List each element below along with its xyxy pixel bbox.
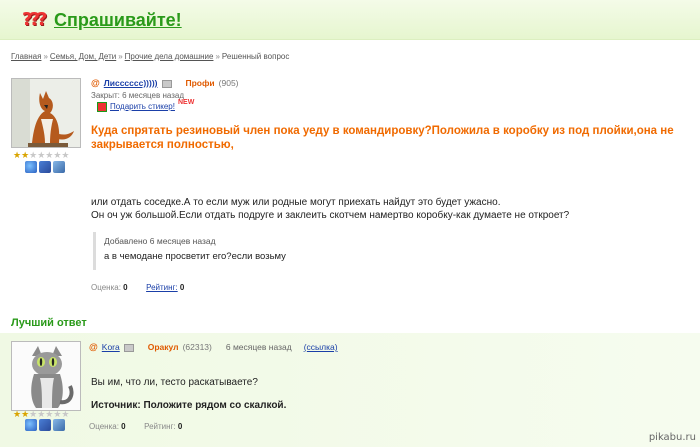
question-closed-status: Закрыт: 6 месяцев назад bbox=[91, 91, 185, 100]
answer-author-rank: Оракул bbox=[147, 342, 179, 352]
mail-icon[interactable] bbox=[161, 79, 172, 88]
video-icon[interactable] bbox=[53, 161, 65, 173]
site-header: ??? Спрашивайте! bbox=[0, 0, 700, 40]
watermark: pikabu.ru bbox=[648, 432, 696, 443]
answer-time: 6 месяцев назад bbox=[225, 342, 292, 352]
photo-icon[interactable] bbox=[39, 161, 51, 173]
question-body-line: Он оч уж большой.Если отдать подруге и з… bbox=[91, 210, 570, 221]
answer-author-icons bbox=[25, 419, 65, 431]
answer-source: Источник: Положите рядом со скалкой. bbox=[91, 400, 287, 411]
breadcrumb: Главная» Семья, Дом, Дети» Прочие дела дом… bbox=[11, 52, 290, 61]
site-title-link[interactable]: Спрашивайте! bbox=[54, 9, 182, 31]
best-answer-heading: Лучший ответ bbox=[11, 317, 87, 329]
user-status-icon[interactable] bbox=[25, 419, 37, 431]
question-author-name[interactable]: Лисссссс))))) bbox=[104, 78, 158, 89]
answer-text: Вы им, что ли, тесто раскатываете? bbox=[91, 377, 258, 388]
addendum-text: а в чемодане просветит его?если возьму bbox=[104, 251, 286, 262]
question-author-line: @ Лисссссс))))) Профи (905) bbox=[91, 78, 239, 89]
addendum-time: Добавлено 6 месяцев назад bbox=[104, 236, 216, 246]
answer-author-stars: ★★★★★★★ bbox=[13, 410, 69, 419]
question-author-stars: ★★★★★★★ bbox=[13, 151, 69, 160]
at-icon: @ bbox=[91, 78, 100, 88]
video-icon[interactable] bbox=[53, 419, 65, 431]
rating-value: 0 bbox=[179, 283, 185, 292]
question-author-icons bbox=[25, 161, 65, 173]
star-empty-icon: ★★★★★ bbox=[29, 409, 70, 419]
at-icon: @ bbox=[89, 342, 98, 352]
score-value: 0 bbox=[123, 283, 128, 292]
breadcrumb-home[interactable]: Главная bbox=[11, 52, 41, 61]
question-addendum: Добавлено 6 месяцев назад а в чемодане п… bbox=[93, 232, 453, 270]
score-value: 0 bbox=[121, 422, 126, 431]
question-body: или отдать соседке.А то если муж или род… bbox=[91, 196, 569, 222]
rating-label: Рейтинг: bbox=[144, 422, 176, 431]
question-author-points: (905) bbox=[218, 78, 239, 88]
breadcrumb-family[interactable]: Семья, Дом, Дети bbox=[50, 52, 116, 61]
answer-meta: Оценка: 0 Рейтинг: 0 bbox=[89, 422, 182, 432]
photo-icon[interactable] bbox=[39, 419, 51, 431]
question-meta: Оценка: 0 Рейтинг: 0 bbox=[91, 283, 184, 293]
question-title: Куда спрятать резиновый член пока уеду в… bbox=[91, 125, 674, 151]
score-label: Оценка: bbox=[91, 283, 121, 292]
user-status-icon[interactable] bbox=[25, 161, 37, 173]
answer-permalink[interactable]: (ссылка) bbox=[304, 342, 338, 353]
answer-author-line: @ Kora Оракул (62313) 6 месяцев назад (с… bbox=[89, 342, 338, 353]
rating-value: 0 bbox=[177, 422, 183, 431]
question-body-line: или отдать соседке.А то если муж или род… bbox=[91, 197, 501, 208]
star-filled-icon: ★★ bbox=[13, 409, 30, 419]
new-badge: NEW bbox=[177, 99, 195, 106]
breadcrumb-current: Решенный вопрос bbox=[221, 52, 290, 61]
answer-author-name[interactable]: Kora bbox=[102, 342, 120, 353]
fox-avatar[interactable] bbox=[11, 78, 81, 148]
question-marks-icon[interactable]: ??? bbox=[22, 9, 52, 31]
gift-sticker[interactable]: Подарить стикер! NEW bbox=[97, 99, 194, 112]
question-author-rank: Профи bbox=[185, 78, 215, 88]
rating-link[interactable]: Рейтинг: bbox=[146, 283, 178, 292]
star-empty-icon: ★★★★★ bbox=[29, 150, 70, 160]
mail-icon[interactable] bbox=[123, 343, 134, 352]
breadcrumb-other-chores[interactable]: Прочие дела домашние bbox=[125, 52, 214, 61]
score-label: Оценка: bbox=[89, 422, 119, 431]
gift-sticker-label[interactable]: Подарить стикер! bbox=[110, 101, 175, 112]
star-filled-icon: ★★ bbox=[13, 150, 30, 160]
answer-author-points: (62313) bbox=[182, 342, 212, 352]
gift-icon bbox=[97, 101, 107, 112]
cat-avatar[interactable] bbox=[11, 341, 81, 411]
